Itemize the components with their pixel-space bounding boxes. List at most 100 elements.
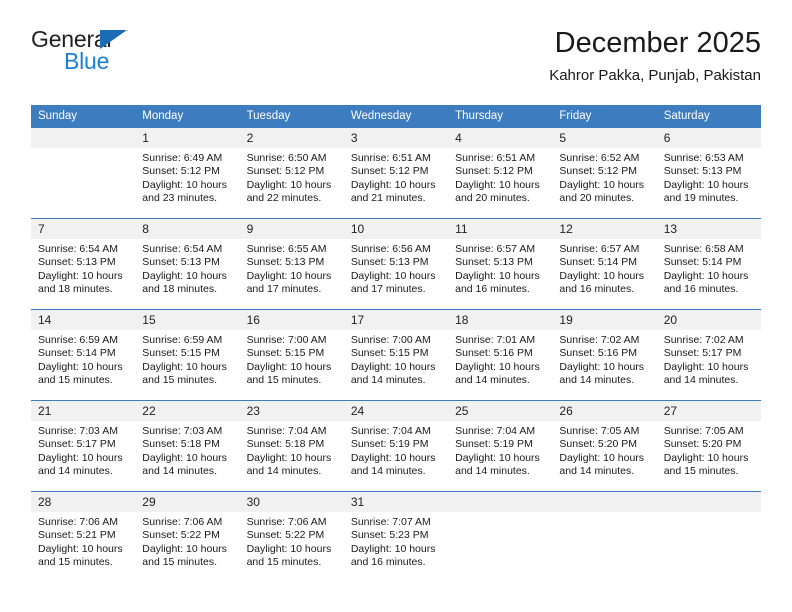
- calendar-day-cell[interactable]: 25 Sunrise: 7:04 AM Sunset: 5:19 PM Dayligh…: [448, 400, 553, 492]
- daylight-text-line1: Daylight: 10 hours: [38, 451, 123, 464]
- calendar-day-cell[interactable]: 27 Sunrise: 7:05 AM Sunset: 5:20 PM Dayligh…: [656, 400, 761, 492]
- calendar-day-cell[interactable]: 19 Sunrise: 7:02 AM Sunset: 5:16 PM Dayligh…: [552, 309, 657, 401]
- calendar-day-cell[interactable]: 8 Sunrise: 6:54 AM Sunset: 5:13 PM Daylight…: [135, 218, 240, 310]
- calendar-day-cell[interactable]: 20 Sunrise: 7:02 AM Sunset: 5:17 PM Dayligh…: [656, 309, 761, 401]
- day-cell-content: 25 Sunrise: 7:04 AM Sunset: 5:19 PM Dayligh…: [448, 401, 553, 491]
- sunset-text: Sunset: 5:13 PM: [142, 256, 220, 269]
- sun-info: Sunrise: 6:52 AM Sunset: 5:12 PM Daylight:…: [552, 148, 656, 206]
- calendar-week-row: 28 Sunrise: 7:06 AM Sunset: 5:21 PM Dayligh…: [31, 491, 761, 582]
- sun-info: Sunrise: 6:57 AM Sunset: 5:13 PM Daylight:…: [448, 239, 552, 297]
- brand-logo[interactable]: General Blue: [31, 26, 271, 86]
- sunrise-text: Sunrise: 6:50 AM: [246, 152, 327, 164]
- calendar-day-cell[interactable]: 24 Sunrise: 7:04 AM Sunset: 5:19 PM Dayligh…: [343, 400, 449, 492]
- day-number: 19: [552, 310, 657, 330]
- calendar-grid: Sunday Monday Tuesday Wednesday Thursday…: [31, 105, 761, 582]
- day-number: [448, 492, 553, 512]
- day-cell-content: 29 Sunrise: 7:06 AM Sunset: 5:22 PM Dayligh…: [135, 492, 240, 582]
- daylight-text-line2: and 21 minutes.: [350, 192, 426, 205]
- sunset-text: Sunset: 5:14 PM: [38, 347, 116, 360]
- weekday-header-monday: Monday: [135, 105, 240, 128]
- calendar-day-cell[interactable]: 3 Sunrise: 6:51 AM Sunset: 5:12 PM Daylight…: [343, 127, 449, 219]
- daylight-text-line2: and 17 minutes.: [350, 283, 426, 296]
- calendar-day-cell[interactable]: 29 Sunrise: 7:06 AM Sunset: 5:22 PM Dayligh…: [135, 491, 240, 582]
- calendar-day-cell[interactable]: 14 Sunrise: 6:59 AM Sunset: 5:14 PM Dayligh…: [31, 309, 136, 401]
- calendar-day-cell[interactable]: 13 Sunrise: 6:58 AM Sunset: 5:14 PM Dayligh…: [656, 218, 761, 310]
- calendar-day-cell: [31, 127, 136, 219]
- day-number: 4: [448, 128, 553, 148]
- location-subtitle: Kahror Pakka, Punjab, Pakistan: [549, 67, 761, 84]
- daylight-text-line2: and 14 minutes.: [350, 465, 426, 478]
- calendar-day-cell: [656, 491, 761, 582]
- day-number: 2: [239, 128, 344, 148]
- sunset-text: Sunset: 5:23 PM: [350, 529, 429, 542]
- calendar-day-cell[interactable]: 2 Sunrise: 6:50 AM Sunset: 5:12 PM Daylight…: [239, 127, 344, 219]
- day-cell-content: 9 Sunrise: 6:55 AM Sunset: 5:13 PM Daylight…: [239, 219, 344, 309]
- daylight-text-line1: Daylight: 10 hours: [246, 269, 332, 282]
- calendar-day-cell[interactable]: 10 Sunrise: 6:56 AM Sunset: 5:13 PM Dayligh…: [343, 218, 449, 310]
- daylight-text-line1: Daylight: 10 hours: [350, 269, 436, 282]
- daylight-text-line2: and 20 minutes.: [455, 192, 530, 205]
- daylight-text-line1: Daylight: 10 hours: [455, 178, 540, 191]
- day-cell-content: 3 Sunrise: 6:51 AM Sunset: 5:12 PM Daylight…: [343, 128, 449, 218]
- sunrise-text: Sunrise: 6:56 AM: [350, 243, 431, 255]
- calendar-day-cell[interactable]: 4 Sunrise: 6:51 AM Sunset: 5:12 PM Daylight…: [448, 127, 553, 219]
- day-number: 13: [656, 219, 761, 239]
- daylight-text-line2: and 23 minutes.: [142, 192, 217, 205]
- day-cell-content: 5 Sunrise: 6:52 AM Sunset: 5:12 PM Daylight…: [552, 128, 657, 218]
- calendar-day-cell[interactable]: 23 Sunrise: 7:04 AM Sunset: 5:18 PM Dayligh…: [239, 400, 344, 492]
- calendar-day-cell[interactable]: 12 Sunrise: 6:57 AM Sunset: 5:14 PM Dayligh…: [552, 218, 657, 310]
- day-cell-content: 8 Sunrise: 6:54 AM Sunset: 5:13 PM Daylight…: [135, 219, 240, 309]
- calendar-day-cell[interactable]: 11 Sunrise: 6:57 AM Sunset: 5:13 PM Dayligh…: [448, 218, 553, 310]
- calendar-day-cell[interactable]: 15 Sunrise: 6:59 AM Sunset: 5:15 PM Dayligh…: [135, 309, 240, 401]
- title-block: December 2025 Kahror Pakka, Punjab, Paki…: [291, 26, 761, 87]
- calendar-day-cell[interactable]: 6 Sunrise: 6:53 AM Sunset: 5:13 PM Daylight…: [656, 127, 761, 219]
- calendar-day-cell[interactable]: 9 Sunrise: 6:55 AM Sunset: 5:13 PM Daylight…: [239, 218, 344, 310]
- daylight-text-line1: Daylight: 10 hours: [663, 451, 749, 464]
- calendar-day-cell[interactable]: 21 Sunrise: 7:03 AM Sunset: 5:17 PM Dayligh…: [31, 400, 136, 492]
- daylight-text-line1: Daylight: 10 hours: [559, 269, 645, 282]
- daylight-text-line1: Daylight: 10 hours: [142, 542, 227, 555]
- calendar-day-cell[interactable]: 7 Sunrise: 6:54 AM Sunset: 5:13 PM Daylight…: [31, 218, 136, 310]
- sun-info: Sunrise: 7:03 AM Sunset: 5:17 PM Daylight:…: [31, 421, 135, 479]
- daylight-text-line2: and 16 minutes.: [663, 283, 739, 296]
- daylight-text-line1: Daylight: 10 hours: [350, 360, 436, 373]
- day-cell-content: [656, 492, 761, 582]
- day-cell-content: 26 Sunrise: 7:05 AM Sunset: 5:20 PM Dayligh…: [552, 401, 657, 491]
- day-number: 31: [343, 492, 449, 512]
- calendar-day-cell[interactable]: 26 Sunrise: 7:05 AM Sunset: 5:20 PM Dayligh…: [552, 400, 657, 492]
- calendar-day-cell[interactable]: 5 Sunrise: 6:52 AM Sunset: 5:12 PM Daylight…: [552, 127, 657, 219]
- day-cell-content: 17 Sunrise: 7:00 AM Sunset: 5:15 PM Dayligh…: [343, 310, 449, 400]
- sunset-text: Sunset: 5:16 PM: [455, 347, 533, 360]
- calendar-day-cell[interactable]: 17 Sunrise: 7:00 AM Sunset: 5:15 PM Dayligh…: [343, 309, 449, 401]
- calendar-day-cell[interactable]: 22 Sunrise: 7:03 AM Sunset: 5:18 PM Dayligh…: [135, 400, 240, 492]
- calendar-day-cell[interactable]: 18 Sunrise: 7:01 AM Sunset: 5:16 PM Dayligh…: [448, 309, 553, 401]
- calendar-day-cell[interactable]: 16 Sunrise: 7:00 AM Sunset: 5:15 PM Dayligh…: [239, 309, 344, 401]
- day-cell-content: 10 Sunrise: 6:56 AM Sunset: 5:13 PM Dayligh…: [343, 219, 449, 309]
- daylight-text-line1: Daylight: 10 hours: [38, 360, 123, 373]
- weekday-header-friday: Friday: [552, 105, 657, 128]
- day-cell-content: 15 Sunrise: 6:59 AM Sunset: 5:15 PM Dayligh…: [135, 310, 240, 400]
- calendar-day-cell[interactable]: 1 Sunrise: 6:49 AM Sunset: 5:12 PM Daylight…: [135, 127, 240, 219]
- sun-info: Sunrise: 6:51 AM Sunset: 5:12 PM Daylight:…: [344, 148, 448, 206]
- sun-info: Sunrise: 6:53 AM Sunset: 5:13 PM Daylight:…: [657, 148, 761, 206]
- day-number: 3: [343, 128, 449, 148]
- day-cell-content: 21 Sunrise: 7:03 AM Sunset: 5:17 PM Dayligh…: [31, 401, 136, 491]
- sunrise-text: Sunrise: 7:06 AM: [246, 516, 327, 528]
- weekday-header-saturday: Saturday: [656, 105, 761, 128]
- sunset-text: Sunset: 5:20 PM: [559, 438, 638, 451]
- calendar-day-cell[interactable]: 30 Sunrise: 7:06 AM Sunset: 5:22 PM Dayligh…: [239, 491, 344, 582]
- calendar-week-row: 14 Sunrise: 6:59 AM Sunset: 5:14 PM Dayligh…: [31, 309, 761, 401]
- sunset-text: Sunset: 5:17 PM: [663, 347, 742, 360]
- day-cell-content: 27 Sunrise: 7:05 AM Sunset: 5:20 PM Dayligh…: [656, 401, 761, 491]
- day-number: 22: [135, 401, 240, 421]
- sunset-text: Sunset: 5:17 PM: [38, 438, 116, 451]
- day-cell-content: 2 Sunrise: 6:50 AM Sunset: 5:12 PM Daylight…: [239, 128, 344, 218]
- sunset-text: Sunset: 5:12 PM: [246, 165, 325, 178]
- calendar-day-cell[interactable]: 28 Sunrise: 7:06 AM Sunset: 5:21 PM Dayligh…: [31, 491, 136, 582]
- day-cell-content: 24 Sunrise: 7:04 AM Sunset: 5:19 PM Dayligh…: [343, 401, 449, 491]
- day-number: 17: [343, 310, 449, 330]
- daylight-text-line2: and 14 minutes.: [246, 465, 322, 478]
- sunset-text: Sunset: 5:15 PM: [142, 347, 220, 360]
- day-number: 29: [135, 492, 240, 512]
- calendar-day-cell[interactable]: 31 Sunrise: 7:07 AM Sunset: 5:23 PM Dayligh…: [343, 491, 449, 582]
